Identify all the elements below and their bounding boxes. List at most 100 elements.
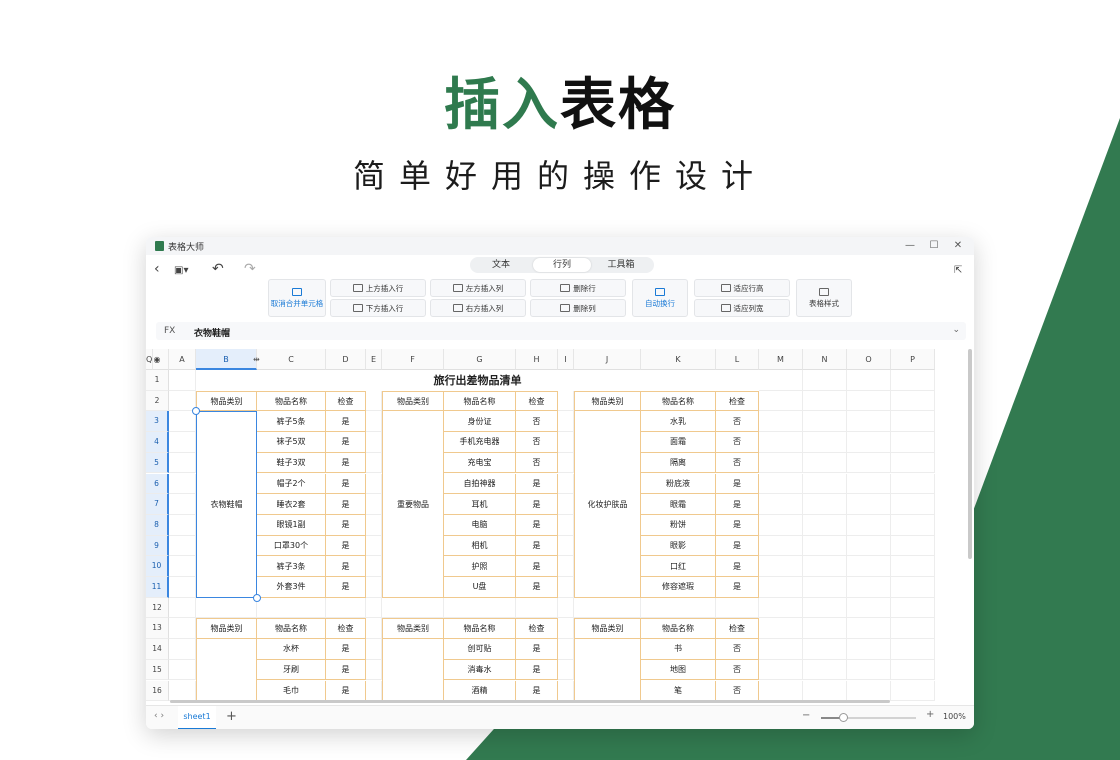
grid-cell[interactable] [366, 556, 382, 577]
grid-cell[interactable] [716, 597, 759, 619]
grid-cell[interactable] [891, 639, 935, 660]
check-cell[interactable]: 是 [326, 514, 366, 536]
table-header-cell[interactable]: 物品类别 [196, 618, 257, 640]
grid-cell[interactable] [558, 618, 574, 640]
item-name-cell[interactable]: 粉底液 [641, 473, 716, 495]
grid-cell[interactable] [847, 577, 891, 598]
table-header-cell[interactable]: 物品名称 [641, 390, 716, 412]
check-cell[interactable]: 是 [326, 432, 366, 453]
grid-cell[interactable] [366, 577, 382, 598]
grid-cell[interactable] [558, 514, 574, 536]
grid-cell[interactable] [847, 556, 891, 577]
item-name-cell[interactable]: 睡衣2套 [257, 494, 326, 515]
tab-text[interactable]: 文本 [472, 258, 530, 272]
grid-cell[interactable] [366, 618, 382, 640]
check-cell[interactable]: 否 [516, 452, 558, 474]
table-header-cell[interactable]: 检查 [516, 618, 558, 640]
grid-cell[interactable] [759, 618, 803, 640]
table-header-cell[interactable]: 物品类别 [382, 390, 444, 412]
sheet-tab[interactable]: sheet1 [178, 706, 216, 729]
item-name-cell[interactable]: 裤子3条 [257, 556, 326, 577]
column-header[interactable]: A [169, 349, 196, 370]
category-cell[interactable]: 化妆护肤品 [574, 411, 641, 598]
row-header[interactable]: 4 [146, 432, 169, 453]
item-name-cell[interactable]: 口红 [641, 556, 716, 577]
item-name-cell[interactable]: 身份证 [444, 411, 516, 433]
fit-column-width-button[interactable]: 适应列宽 [694, 299, 790, 317]
grid-cell[interactable] [803, 370, 847, 391]
item-name-cell[interactable]: 隔离 [641, 452, 716, 474]
category-cell[interactable]: 重要物品 [382, 411, 444, 598]
grid-cell[interactable] [169, 556, 196, 577]
grid-cell[interactable] [558, 452, 574, 474]
grid-cell[interactable] [558, 556, 574, 577]
check-cell[interactable]: 是 [326, 473, 366, 495]
check-cell[interactable]: 否 [716, 639, 759, 660]
item-name-cell[interactable]: 袜子5双 [257, 432, 326, 453]
grid-cell[interactable] [759, 452, 803, 474]
grid-cell[interactable] [803, 639, 847, 660]
grid-cell[interactable] [847, 411, 891, 433]
row-header[interactable]: 14 [146, 639, 169, 660]
item-name-cell[interactable]: 笔 [641, 680, 716, 702]
grid-cell[interactable] [759, 494, 803, 515]
grid-cell[interactable] [803, 659, 847, 681]
zoom-slider-handle[interactable] [839, 713, 848, 722]
grid-cell[interactable] [803, 514, 847, 536]
column-header[interactable]: B [196, 349, 257, 370]
grid-cell[interactable] [574, 597, 641, 619]
check-cell[interactable]: 否 [516, 411, 558, 433]
check-cell[interactable]: 是 [516, 473, 558, 495]
item-name-cell[interactable]: 鞋子3双 [257, 452, 326, 474]
back-icon[interactable]: ‹ [154, 261, 160, 277]
sheet-nav-arrows[interactable]: ‹ › [154, 711, 164, 721]
grid-cell[interactable] [558, 494, 574, 515]
check-cell[interactable]: 是 [516, 514, 558, 536]
item-name-cell[interactable]: 酒精 [444, 680, 516, 702]
item-name-cell[interactable]: 毛巾 [257, 680, 326, 702]
grid-cell[interactable] [847, 494, 891, 515]
grid-cell[interactable] [558, 577, 574, 598]
column-header[interactable]: K [641, 349, 716, 370]
insert-row-below-button[interactable]: 下方插入行 [330, 299, 426, 317]
item-name-cell[interactable]: 眼镜1副 [257, 514, 326, 536]
column-header[interactable]: P [891, 349, 935, 370]
item-name-cell[interactable]: 粉饼 [641, 514, 716, 536]
undo-icon[interactable]: ↶ [212, 261, 224, 277]
column-resize-icon[interactable]: ⇹ [253, 355, 260, 364]
grid-cell[interactable] [759, 680, 803, 702]
grid-cell[interactable] [169, 494, 196, 515]
selected-category-cell[interactable]: 衣物鞋帽 [196, 411, 257, 598]
table-header-cell[interactable]: 检查 [326, 390, 366, 412]
grid-cell[interactable] [444, 597, 516, 619]
grid-cell[interactable] [891, 659, 935, 681]
grid-cell[interactable] [803, 452, 847, 474]
item-name-cell[interactable]: 创可贴 [444, 639, 516, 660]
column-header[interactable]: J [574, 349, 641, 370]
category-cell[interactable] [196, 639, 257, 702]
grid-cell[interactable] [759, 535, 803, 557]
grid-cell[interactable] [891, 494, 935, 515]
table-header-cell[interactable]: 检查 [326, 618, 366, 640]
category-cell[interactable] [574, 639, 641, 702]
item-name-cell[interactable]: 电脑 [444, 514, 516, 536]
grid-cell[interactable] [891, 556, 935, 577]
grid-cell[interactable] [366, 639, 382, 660]
grid-cell[interactable] [169, 452, 196, 474]
item-name-cell[interactable]: 耳机 [444, 494, 516, 515]
insert-row-above-button[interactable]: 上方插入行 [330, 279, 426, 297]
tab-toolbox[interactable]: 工具箱 [592, 258, 650, 272]
formula-value[interactable]: 衣物鞋帽 [194, 326, 230, 339]
grid-cell[interactable] [366, 597, 382, 619]
grid-cell[interactable] [196, 597, 257, 619]
grid-cell[interactable] [558, 411, 574, 433]
selection-handle-bottom[interactable] [253, 593, 261, 602]
item-name-cell[interactable]: U盘 [444, 577, 516, 598]
spreadsheet-grid[interactable]: ◉ A B C D E F G H I J K L M N O P Q 1 2 3 4 5 6 7 8 9 10 11 12 13 14 15 1… [146, 349, 974, 703]
grid-cell[interactable] [169, 535, 196, 557]
grid-cell[interactable] [759, 659, 803, 681]
item-name-cell[interactable]: 书 [641, 639, 716, 660]
grid-cell[interactable] [803, 432, 847, 453]
item-name-cell[interactable]: 相机 [444, 535, 516, 557]
grid-cell[interactable] [803, 473, 847, 495]
